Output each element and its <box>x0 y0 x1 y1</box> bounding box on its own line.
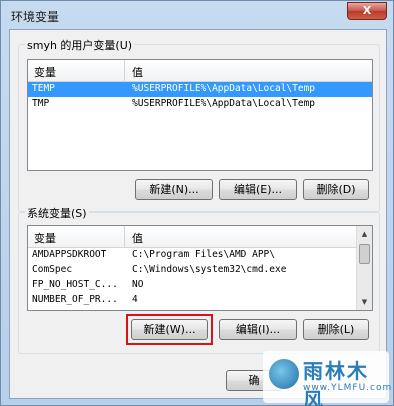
system-variable-row[interactable]: FP_NO_HOST_C... NO <box>28 278 372 293</box>
system-variables-header: 变量 值 <box>28 226 372 248</box>
variable-value: %USERPROFILE%\AppData\Local\Temp <box>132 83 316 94</box>
variable-value: C:\Program Files\AMD APP\ <box>132 249 275 260</box>
watermark-logo-icon <box>269 359 299 389</box>
variable-value: C:\Windows\system32\cmd.exe <box>132 264 287 275</box>
column-separator[interactable] <box>124 60 125 82</box>
column-header-value[interactable]: 值 <box>132 64 143 80</box>
column-header-variable[interactable]: 变量 <box>34 230 56 246</box>
watermark-text: 雨林木风 <box>303 359 369 406</box>
variable-name: TMP <box>32 98 50 109</box>
variable-name: TEMP <box>32 83 55 94</box>
title-bar: 环境变量 X <box>1 1 393 29</box>
system-variable-row[interactable]: NUMBER_OF_PR... 4 <box>28 293 372 308</box>
window-title: 环境变量 <box>11 10 60 24</box>
user-variable-row-tmp[interactable]: TMP %USERPROFILE%\AppData\Local\Temp <box>28 97 372 112</box>
variable-value: NO <box>132 279 144 290</box>
scroll-up-arrow-icon[interactable]: ▲ <box>357 226 372 242</box>
system-new-button[interactable]: 新建(W)... <box>131 319 208 340</box>
variable-name: NUMBER_OF_PR... <box>32 294 118 305</box>
scroll-down-arrow-icon[interactable]: ▼ <box>357 294 372 310</box>
user-variables-list[interactable]: 变量 值 TEMP %USERPROFILE%\AppData\Local\Te… <box>27 59 373 171</box>
user-variable-row-temp[interactable]: TEMP %USERPROFILE%\AppData\Local\Temp <box>28 82 372 97</box>
dialog-body: smyh 的用户变量(U) 变量 值 TEMP %USERPROFILE%\Ap… <box>9 29 387 399</box>
user-new-button[interactable]: 新建(N)... <box>135 179 213 200</box>
user-variables-header: 变量 值 <box>28 60 372 82</box>
system-variable-row[interactable]: ComSpec C:\Windows\system32\cmd.exe <box>28 263 372 278</box>
user-delete-button[interactable]: 删除(D) <box>303 179 369 200</box>
variable-name: AMDAPPSDKROOT <box>32 249 107 260</box>
scroll-thumb[interactable] <box>359 244 370 264</box>
user-edit-button[interactable]: 编辑(E)... <box>219 179 297 200</box>
user-variables-label: smyh 的用户变量(U) <box>25 37 135 53</box>
watermark-url: www.YLMFU.com <box>303 383 393 393</box>
watermark: 雨林木风 www.YLMFU.com <box>263 351 393 406</box>
variable-value: %USERPROFILE%\AppData\Local\Temp <box>132 98 316 109</box>
column-header-variable[interactable]: 变量 <box>34 64 56 80</box>
variable-name: ComSpec <box>32 264 73 275</box>
user-variables-group: smyh 的用户变量(U) 变量 值 TEMP %USERPROFILE%\Ap… <box>18 37 380 212</box>
column-separator[interactable] <box>124 226 125 248</box>
system-delete-button[interactable]: 删除(L) <box>303 319 369 340</box>
vertical-scrollbar[interactable]: ▲ ▼ <box>356 226 372 310</box>
environment-variables-dialog: 环境变量 X smyh 的用户变量(U) 变量 值 TEMP %USERPROF… <box>0 0 394 406</box>
variable-name: FP_NO_HOST_C... <box>32 279 118 290</box>
system-variables-label: 系统变量(S) <box>25 205 89 221</box>
variable-value: 4 <box>132 294 138 305</box>
close-button[interactable]: X <box>347 2 387 20</box>
column-header-value[interactable]: 值 <box>132 230 143 246</box>
system-variables-list[interactable]: 变量 值 AMDAPPSDKROOT C:\Program Files\AMD … <box>27 225 373 311</box>
system-variable-row[interactable]: AMDAPPSDKROOT C:\Program Files\AMD APP\ <box>28 248 372 263</box>
system-variables-group: 系统变量(S) 变量 值 AMDAPPSDKROOT C:\Program Fi… <box>18 205 380 354</box>
system-edit-button[interactable]: 编辑(I)... <box>219 319 297 340</box>
